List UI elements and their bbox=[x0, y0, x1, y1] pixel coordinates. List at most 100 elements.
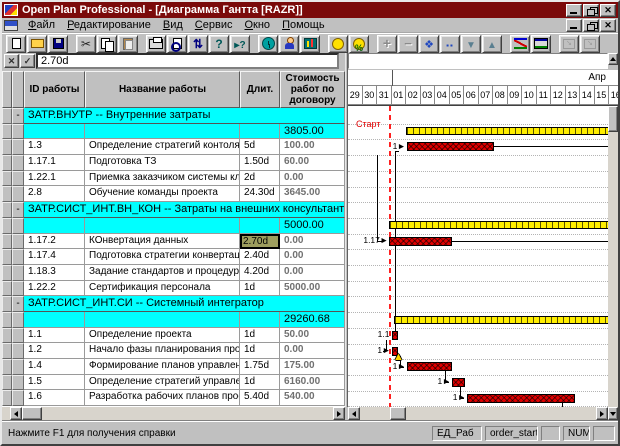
percent-button[interactable] bbox=[349, 35, 369, 53]
activity-name-cell[interactable]: Определение проекта bbox=[85, 328, 240, 344]
collapse-toggle[interactable]: - bbox=[12, 296, 24, 312]
activity-duration-cell[interactable]: 2d bbox=[240, 171, 280, 187]
activity-cost-cell[interactable]: 0.00 bbox=[280, 234, 345, 250]
header-duration[interactable]: Длит. bbox=[240, 71, 280, 108]
activity-id-cell[interactable]: 1.17.2 bbox=[24, 234, 85, 250]
print-button[interactable] bbox=[146, 35, 166, 53]
activity-duration-cell[interactable]: 2.40d bbox=[240, 249, 280, 265]
activity-duration-cell[interactable]: 1.75d bbox=[240, 359, 280, 375]
summary-name-cell[interactable] bbox=[85, 218, 240, 234]
summary-cost-cell[interactable]: 3805.00 bbox=[280, 124, 345, 140]
group-header-row[interactable]: -ЗАТР.СИСТ_ИНТ.СИ -- Системный интеграто… bbox=[2, 296, 345, 312]
activity-name-cell[interactable]: Сертификация персонала bbox=[85, 281, 240, 297]
table-row[interactable]: 1.22.1Приемка заказчиком системы клиент2… bbox=[2, 171, 345, 187]
cell-edit-input[interactable] bbox=[36, 53, 339, 69]
header-id[interactable]: ID работы bbox=[24, 71, 85, 108]
table-scroll-right-button[interactable] bbox=[333, 407, 345, 420]
table-row[interactable]: 1.6Разработка рабочих планов проекта5.40… bbox=[2, 390, 345, 406]
child-close-button[interactable] bbox=[600, 19, 616, 32]
activity-cost-cell[interactable]: 175.00 bbox=[280, 359, 345, 375]
activity-name-cell[interactable]: Начало фазы планирования проекта bbox=[85, 343, 240, 359]
table-row[interactable]: 1.17.2КОнвертация данных2.70d0.00 bbox=[2, 234, 345, 250]
gantt-summary-bar[interactable] bbox=[394, 316, 614, 324]
activity-id-cell[interactable]: 1.22.1 bbox=[24, 171, 85, 187]
activity-id-cell[interactable]: 2.8 bbox=[24, 186, 85, 202]
summary-row[interactable]: 29260.68 bbox=[2, 312, 345, 328]
minimize-button[interactable] bbox=[566, 4, 582, 17]
gantt-scroll-up-button[interactable] bbox=[608, 53, 618, 65]
cut-button[interactable] bbox=[76, 35, 96, 53]
activity-id-cell[interactable]: 1.4 bbox=[24, 359, 85, 375]
activity-name-cell[interactable]: Определение стратегий управления р bbox=[85, 375, 240, 391]
activity-duration-cell[interactable]: 1d bbox=[240, 375, 280, 391]
links-button[interactable] bbox=[510, 35, 530, 53]
move-down-button[interactable] bbox=[461, 35, 481, 53]
resources-button[interactable] bbox=[279, 35, 299, 53]
save-button[interactable] bbox=[48, 35, 68, 53]
activity-name-cell[interactable]: Приемка заказчиком системы клиент bbox=[85, 171, 240, 187]
collapse-toggle[interactable]: - bbox=[12, 108, 24, 124]
close-button[interactable] bbox=[600, 4, 616, 17]
gantt-task-bar[interactable] bbox=[389, 237, 451, 246]
header-name[interactable]: Название работы bbox=[85, 71, 240, 108]
activity-name-cell[interactable]: Формирование планов управления bbox=[85, 359, 240, 375]
gantt-scroll-left-button[interactable] bbox=[348, 407, 360, 420]
menu-item-5[interactable]: Помощь bbox=[276, 19, 331, 31]
activity-duration-cell[interactable]: 4.20d bbox=[240, 265, 280, 281]
gantt-vscroll-thumb[interactable] bbox=[608, 106, 618, 132]
activity-cost-cell[interactable]: 0.00 bbox=[280, 249, 345, 265]
child-minimize-button[interactable] bbox=[566, 19, 582, 32]
gantt-summary-bar[interactable] bbox=[389, 221, 616, 229]
table-row[interactable]: 2.8Обучение команды проекта24.30d3645.00 bbox=[2, 186, 345, 202]
copy-button[interactable] bbox=[97, 35, 117, 53]
menu-item-1[interactable]: Редактирование bbox=[61, 19, 157, 31]
time-analysis-button[interactable] bbox=[258, 35, 278, 53]
open-button[interactable] bbox=[27, 35, 47, 53]
summary-duration-cell[interactable] bbox=[240, 218, 280, 234]
activity-id-cell[interactable]: 1.17.4 bbox=[24, 249, 85, 265]
activity-duration-cell[interactable]: 2.70d bbox=[240, 234, 280, 250]
child-restore-button[interactable] bbox=[583, 19, 599, 32]
gantt-task-bar[interactable] bbox=[467, 394, 575, 403]
paste-button[interactable] bbox=[118, 35, 138, 53]
activity-cost-cell[interactable]: 100.00 bbox=[280, 139, 345, 155]
gantt-task-bar[interactable] bbox=[407, 362, 452, 371]
table-row[interactable]: 1.17.4Подготовка стратегии конвертации2.… bbox=[2, 249, 345, 265]
expand-button[interactable] bbox=[419, 35, 439, 53]
window-cascade-button[interactable] bbox=[559, 35, 579, 53]
gantt-summary-bar[interactable] bbox=[406, 127, 616, 135]
activity-name-cell[interactable]: Разработка рабочих планов проекта bbox=[85, 390, 240, 406]
document-icon[interactable] bbox=[4, 20, 18, 31]
table-hscroll-thumb[interactable] bbox=[22, 407, 42, 420]
summary-name-cell[interactable] bbox=[85, 312, 240, 328]
activity-cost-cell[interactable]: 540.00 bbox=[280, 390, 345, 406]
activity-name-cell[interactable]: КОнвертация данных bbox=[85, 234, 240, 250]
table-row[interactable]: 1.17.1Подготовка ТЗ1.50d60.00 bbox=[2, 155, 345, 171]
activity-cost-cell[interactable]: 5000.00 bbox=[280, 281, 345, 297]
summary-id-cell[interactable] bbox=[24, 218, 85, 234]
activity-id-cell[interactable]: 1.22.2 bbox=[24, 281, 85, 297]
activity-id-cell[interactable]: 1.18.3 bbox=[24, 265, 85, 281]
menu-item-2[interactable]: Вид bbox=[157, 19, 189, 31]
activity-duration-cell[interactable]: 1d bbox=[240, 343, 280, 359]
gantt-scroll-right-button[interactable] bbox=[596, 407, 608, 420]
menu-item-4[interactable]: Окно bbox=[238, 19, 276, 31]
gantt-hscrollbar[interactable] bbox=[348, 407, 608, 420]
activity-duration-cell[interactable]: 5d bbox=[240, 139, 280, 155]
table-row[interactable]: 1.2Начало фазы планирования проекта1d0.0… bbox=[2, 343, 345, 359]
gantt-vscrollbar[interactable] bbox=[608, 106, 618, 407]
activity-duration-cell[interactable]: 1.50d bbox=[240, 155, 280, 171]
summary-duration-cell[interactable] bbox=[240, 312, 280, 328]
activity-name-cell[interactable]: Обучение команды проекта bbox=[85, 186, 240, 202]
summary-id-cell[interactable] bbox=[24, 312, 85, 328]
summary-row[interactable]: 3805.00 bbox=[2, 124, 345, 140]
gantt-task-bar[interactable] bbox=[392, 331, 399, 340]
print-preview-button[interactable] bbox=[167, 35, 187, 53]
gantt-task-bar[interactable] bbox=[407, 142, 495, 151]
cancel-edit-button[interactable]: ✕ bbox=[4, 54, 19, 68]
window-tile-button[interactable] bbox=[580, 35, 600, 53]
help-button[interactable] bbox=[209, 35, 229, 53]
exchange-button[interactable] bbox=[188, 35, 208, 53]
activity-name-cell[interactable]: Подготовка ТЗ bbox=[85, 155, 240, 171]
summary-cost-cell[interactable]: 5000.00 bbox=[280, 218, 345, 234]
